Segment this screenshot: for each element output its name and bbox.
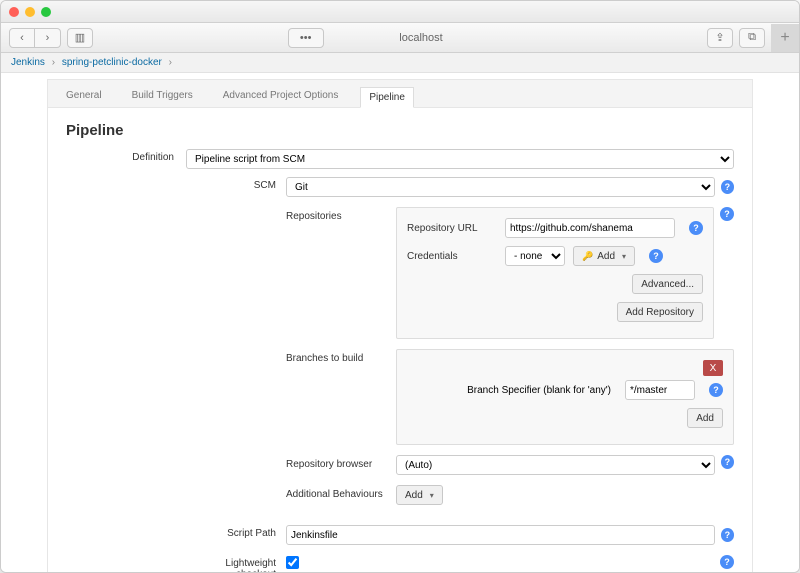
zoom-window-icon[interactable] <box>41 7 51 17</box>
help-icon[interactable]: ? <box>720 207 734 221</box>
add-branch-button[interactable]: Add <box>687 408 723 428</box>
definition-select[interactable]: Pipeline script from SCM <box>186 149 734 169</box>
tabs-icon[interactable]: ⧉ <box>739 28 765 48</box>
advanced-button[interactable]: Advanced... <box>632 274 703 294</box>
branches-label: Branches to build <box>286 349 396 364</box>
repo-browser-select[interactable]: (Auto) <box>396 455 715 475</box>
tab-build-triggers[interactable]: Build Triggers <box>124 86 201 107</box>
lightweight-checkout-label: Lightweight checkout <box>186 555 286 572</box>
help-icon[interactable]: ? <box>721 455 734 469</box>
reader-button[interactable]: ••• <box>288 28 324 48</box>
tab-pipeline[interactable]: Pipeline <box>360 87 414 108</box>
crumb-project[interactable]: spring-petclinic-docker <box>62 57 162 68</box>
add-credentials-button[interactable]: 🔑Add <box>573 246 635 266</box>
lightweight-checkout-checkbox[interactable] <box>286 556 299 569</box>
close-window-icon[interactable] <box>9 7 19 17</box>
share-icon[interactable]: ⇪ <box>707 28 733 48</box>
forward-button[interactable]: › <box>35 28 61 48</box>
credentials-select[interactable]: - none - <box>505 246 565 266</box>
scm-select[interactable]: Git <box>286 177 715 197</box>
repo-browser-label: Repository browser <box>286 455 396 470</box>
help-icon[interactable]: ? <box>689 221 703 235</box>
browser-window: ‹ › ▥ ••• localhost ⇪ ⧉ + Jenkins › spri… <box>0 0 800 573</box>
credentials-label: Credentials <box>407 251 497 262</box>
add-behaviour-button[interactable]: Add <box>396 485 443 505</box>
sidebar-toggle-icon[interactable]: ▥ <box>67 28 93 48</box>
help-icon[interactable]: ? <box>709 383 723 397</box>
browser-toolbar: ‹ › ▥ ••• localhost ⇪ ⧉ + <box>1 23 799 53</box>
repo-url-label: Repository URL <box>407 223 497 234</box>
add-repository-button[interactable]: Add Repository <box>617 302 703 322</box>
script-path-input[interactable] <box>286 525 715 545</box>
additional-behaviours-label: Additional Behaviours <box>286 485 396 500</box>
breadcrumb: Jenkins › spring-petclinic-docker › <box>1 53 799 73</box>
script-path-label: Script Path <box>186 525 286 539</box>
help-icon[interactable]: ? <box>721 180 734 194</box>
help-icon[interactable]: ? <box>649 249 663 263</box>
address-bar[interactable]: localhost <box>330 32 513 44</box>
config-panel: Pipeline Definition Pipeline script from… <box>47 107 753 572</box>
branch-specifier-label: Branch Specifier (blank for 'any') <box>407 385 617 396</box>
help-icon[interactable]: ? <box>720 555 734 569</box>
minimize-window-icon[interactable] <box>25 7 35 17</box>
section-title: Pipeline <box>66 122 734 139</box>
delete-branch-button[interactable]: X <box>703 360 723 376</box>
titlebar <box>1 1 799 23</box>
help-icon[interactable]: ? <box>721 528 734 542</box>
scm-label: SCM <box>186 177 286 191</box>
branch-specifier-input[interactable] <box>625 380 695 400</box>
repo-url-input[interactable] <box>505 218 675 238</box>
config-tabs: General Build Triggers Advanced Project … <box>47 79 753 107</box>
tab-advanced[interactable]: Advanced Project Options <box>215 86 347 107</box>
key-icon: 🔑 <box>582 251 593 262</box>
tab-general[interactable]: General <box>58 86 110 107</box>
repositories-label: Repositories <box>286 207 396 222</box>
new-tab-button[interactable]: + <box>771 24 799 52</box>
page-content: Jenkins › spring-petclinic-docker › Gene… <box>1 53 799 572</box>
definition-label: Definition <box>66 149 186 163</box>
crumb-root[interactable]: Jenkins <box>11 57 45 68</box>
back-button[interactable]: ‹ <box>9 28 35 48</box>
